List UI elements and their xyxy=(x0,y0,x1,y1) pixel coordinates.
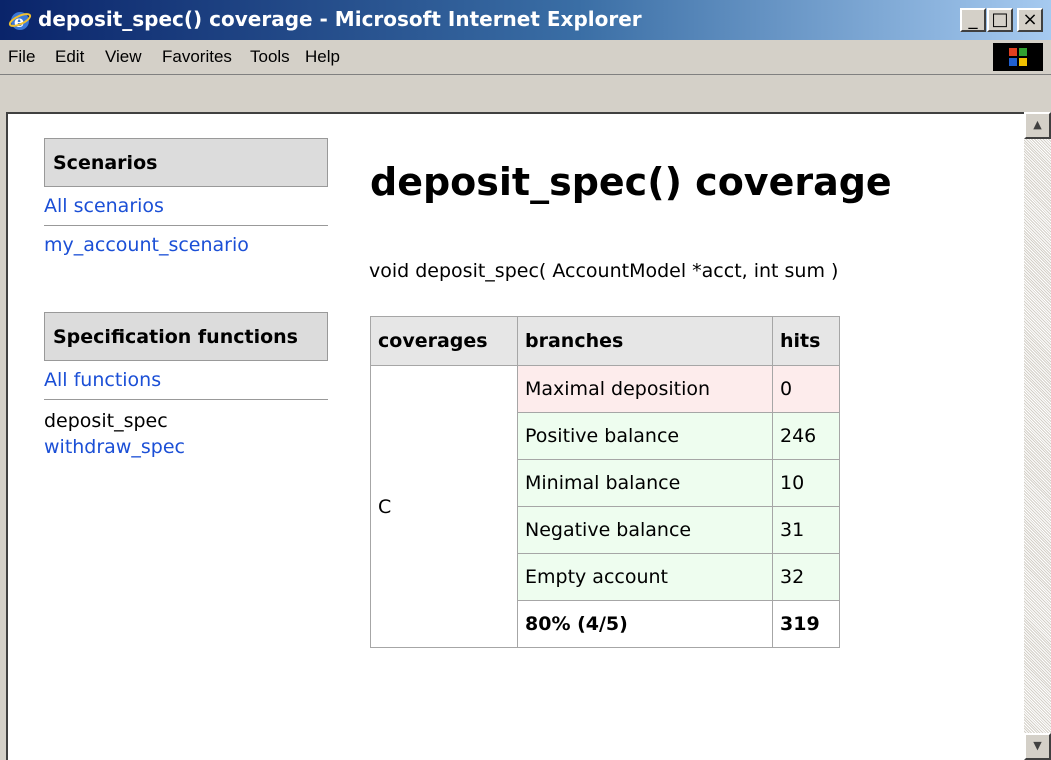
close-button[interactable]: × xyxy=(1017,8,1043,32)
coverage-table: coverages branches hits C Maximal deposi… xyxy=(370,316,840,648)
function-signature: void deposit_spec( AccountModel *acct, i… xyxy=(369,260,839,282)
page-title: deposit_spec() coverage xyxy=(370,160,892,204)
menu-favorites[interactable]: Favorites xyxy=(162,47,232,67)
table-row: C Maximal deposition 0 xyxy=(370,365,840,648)
maximize-button[interactable]: □ xyxy=(987,8,1013,32)
scroll-down-icon[interactable]: ▼ xyxy=(1024,733,1051,760)
sidebar: Scenarios All scenarios my_account_scena… xyxy=(44,138,328,460)
menu-edit[interactable]: Edit xyxy=(55,47,84,67)
hits-cell: 10 xyxy=(772,459,840,507)
browser-viewport: Scenarios All scenarios my_account_scena… xyxy=(6,112,1024,760)
hits-cell: 246 xyxy=(772,412,840,460)
branch-cell: Minimal balance xyxy=(517,459,773,507)
spec-functions-header: Specification functions xyxy=(44,312,328,361)
scenario-link-my-account[interactable]: my_account_scenario xyxy=(44,226,328,264)
windows-logo-icon xyxy=(993,43,1043,71)
scroll-up-icon[interactable]: ▲ xyxy=(1024,112,1051,139)
window-title: deposit_spec() coverage - Microsoft Inte… xyxy=(38,7,642,31)
branch-cell: Positive balance xyxy=(517,412,773,460)
hits-cell: 32 xyxy=(772,553,840,601)
table-header-row: coverages branches hits xyxy=(370,316,840,366)
coverage-name-cell: C xyxy=(370,365,518,648)
all-scenarios-link[interactable]: All scenarios xyxy=(44,187,328,225)
header-branches: branches xyxy=(517,316,773,366)
header-coverages: coverages xyxy=(370,316,518,366)
branch-cell: Empty account xyxy=(517,553,773,601)
menu-view[interactable]: View xyxy=(105,47,142,67)
menu-bar: File Edit View Favorites Tools Help xyxy=(0,40,1051,75)
header-hits: hits xyxy=(772,316,840,366)
hits-cell: 0 xyxy=(772,365,840,413)
withdraw-spec-link[interactable]: withdraw_spec xyxy=(44,434,328,460)
window-titlebar: e deposit_spec() coverage - Microsoft In… xyxy=(0,0,1051,40)
branch-cell: Negative balance xyxy=(517,506,773,554)
scenarios-header: Scenarios xyxy=(44,138,328,187)
menu-file[interactable]: File xyxy=(8,47,35,67)
minimize-button[interactable]: _ xyxy=(960,8,986,32)
hits-cell: 31 xyxy=(772,506,840,554)
vertical-scrollbar[interactable]: ▲ ▼ xyxy=(1024,112,1051,760)
all-functions-link[interactable]: All functions xyxy=(44,361,328,399)
total-branch-cell: 80% (4/5) xyxy=(517,600,773,648)
menu-help[interactable]: Help xyxy=(305,47,340,67)
branch-cell: Maximal deposition xyxy=(517,365,773,413)
menu-tools[interactable]: Tools xyxy=(250,47,290,67)
ie-icon: e xyxy=(8,12,32,31)
total-hits-cell: 319 xyxy=(772,600,840,648)
current-function-label: deposit_spec xyxy=(44,410,168,432)
